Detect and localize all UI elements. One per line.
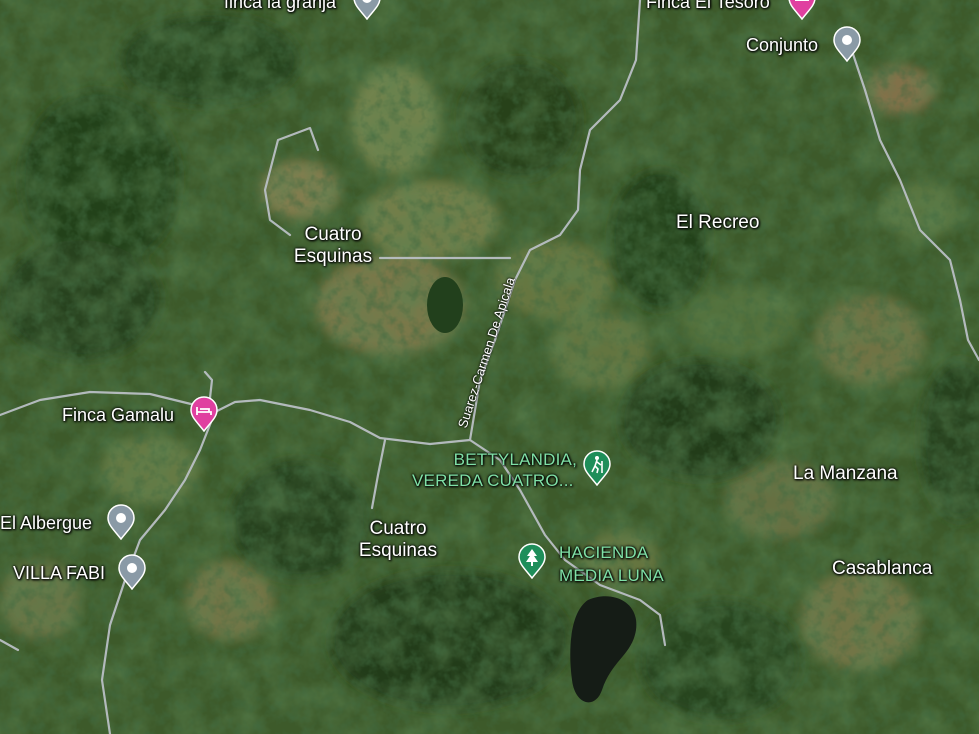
place-label-cuatro-esquinas-south: Cuatro Esquinas <box>358 518 438 561</box>
location-pin-icon[interactable] <box>352 0 382 20</box>
hotel-bed-icon[interactable] <box>787 0 817 20</box>
hiking-icon[interactable] <box>582 450 612 486</box>
poi-label-bettylandia-line1[interactable]: BETTYLANDIA, <box>443 450 577 470</box>
poi-label-bettylandia-line2[interactable]: VEREDA CUATRO... <box>412 471 574 491</box>
poi-label-villa-fabi[interactable]: VILLA FABI <box>13 563 105 584</box>
poi-label-finca-gamalu[interactable]: Finca Gamalu <box>62 405 174 426</box>
location-pin-icon[interactable] <box>117 554 147 590</box>
place-label-cuatro-esquinas-north: Cuatro Esquinas <box>293 224 373 267</box>
hotel-bed-icon[interactable] <box>189 396 219 432</box>
poi-label-conjunto[interactable]: Conjunto <box>746 35 818 56</box>
poi-label-hacienda-line1[interactable]: HACIENDA <box>559 543 648 563</box>
location-pin-icon[interactable] <box>832 26 862 62</box>
poi-label-finca-el-tesoro[interactable]: Finca El Tesoro <box>646 0 770 13</box>
poi-label-el-albergue[interactable]: El Albergue <box>0 513 92 534</box>
place-label-la-manzana: La Manzana <box>793 463 898 484</box>
tree-icon[interactable] <box>517 543 547 579</box>
place-label-el-recreo: El Recreo <box>676 212 760 233</box>
place-label-casablanca: Casablanca <box>832 558 933 579</box>
satellite-map[interactable]: Cuatro Esquinas Cuatro Esquinas El Recreo … <box>0 0 979 734</box>
location-pin-icon[interactable] <box>106 504 136 540</box>
poi-label-hacienda-line2[interactable]: MEDIA LUNA <box>559 566 664 586</box>
poi-label-finca-la-granja[interactable]: finca la granja <box>224 0 336 13</box>
